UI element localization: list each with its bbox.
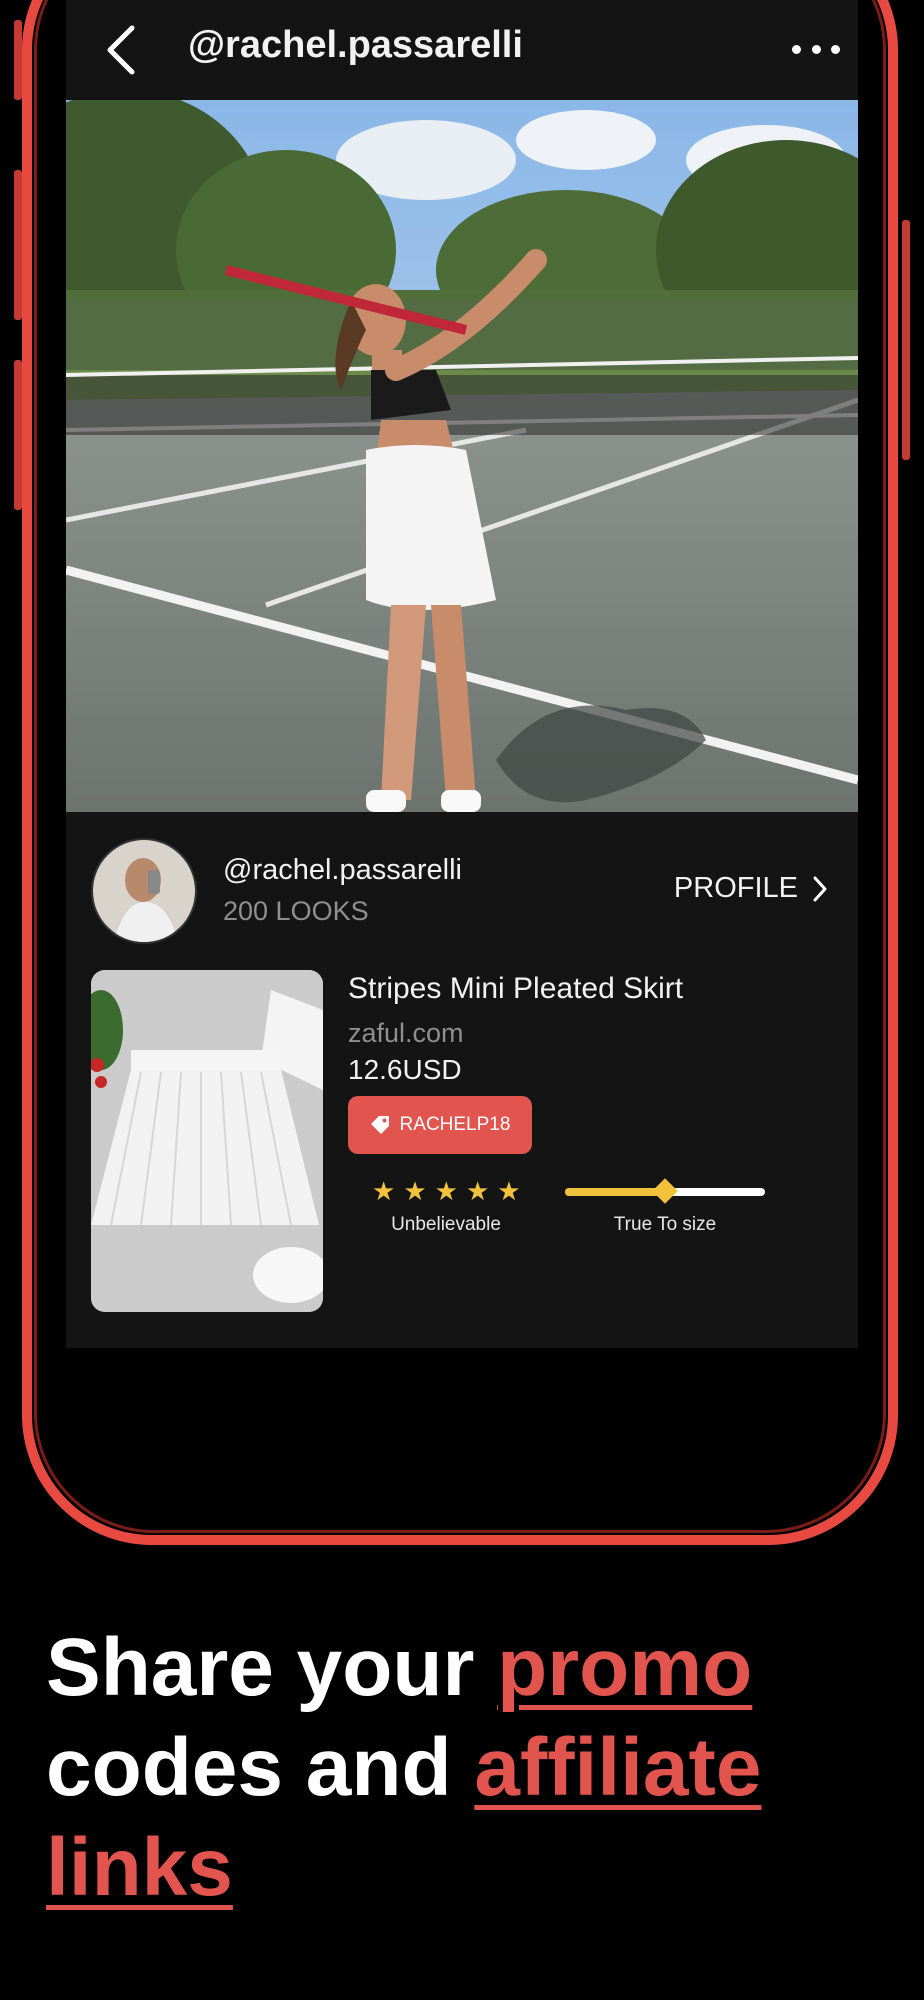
avatar-photo — [93, 840, 195, 942]
app-screen: @rachel.passarelli @rachel.passarelli 20… — [66, 0, 858, 1348]
headline-accent-affiliate: affiliate — [474, 1722, 762, 1813]
post-photo[interactable] — [66, 100, 858, 812]
promo-code-label: RACHELP18 — [399, 1114, 511, 1135]
star-icon: ★ — [434, 1176, 458, 1206]
headline-accent-links: links — [46, 1822, 233, 1913]
fit-slider — [565, 1178, 765, 1204]
back-chevron-icon — [107, 25, 135, 75]
fit-slider-marker — [652, 1178, 678, 1204]
headline-text-2: codes and — [46, 1722, 475, 1813]
promo-code-button[interactable]: RACHELP18 — [348, 1096, 532, 1154]
rating-label: Unbelievable — [391, 1214, 501, 1235]
top-bar: @rachel.passarelli — [66, 0, 858, 100]
star-icon: ★ — [465, 1176, 490, 1206]
fit-label: True To size — [613, 1214, 717, 1235]
side-button-left-2 — [14, 170, 22, 320]
chevron-right-icon — [813, 876, 827, 901]
tag-icon — [370, 1116, 389, 1134]
profile-label: PROFILE — [673, 872, 798, 904]
looks-count: 200 LOOKS — [223, 896, 369, 926]
skirt-product-photo — [91, 970, 323, 1312]
marketing-headline: Share your promo codes and affiliate lin… — [46, 1618, 906, 1918]
more-dots-icon[interactable] — [792, 34, 840, 64]
avatar[interactable] — [91, 838, 197, 944]
side-button-right — [902, 220, 910, 460]
star-icon: ★ — [372, 1176, 396, 1206]
back-button[interactable] — [100, 22, 144, 78]
product-site[interactable]: zaful.com — [348, 1018, 464, 1049]
post-username[interactable]: @rachel.passarelli — [223, 854, 462, 887]
product-image[interactable] — [91, 970, 323, 1312]
fit-slider-fill — [565, 1188, 665, 1196]
side-button-left-3 — [14, 360, 22, 510]
product-price: 12.6USD — [348, 1054, 462, 1085]
tennis-court-photo — [66, 100, 858, 812]
headline-accent-promo: promo — [497, 1622, 753, 1713]
star-icon: ★ — [497, 1176, 521, 1206]
product-name[interactable]: Stripes Mini Pleated Skirt — [348, 972, 683, 1006]
rating-stars: ★ ★ ★ ★ ★ — [372, 1177, 521, 1205]
star-icon: ★ — [403, 1176, 427, 1206]
product-panel: @rachel.passarelli 200 LOOKS PROFILE Str… — [66, 812, 858, 1348]
side-button-left-1 — [14, 20, 22, 100]
header-title: @rachel.passarelli — [188, 24, 523, 66]
profile-button[interactable]: PROFILE — [674, 872, 828, 905]
headline-text-1: Share your — [46, 1622, 498, 1713]
